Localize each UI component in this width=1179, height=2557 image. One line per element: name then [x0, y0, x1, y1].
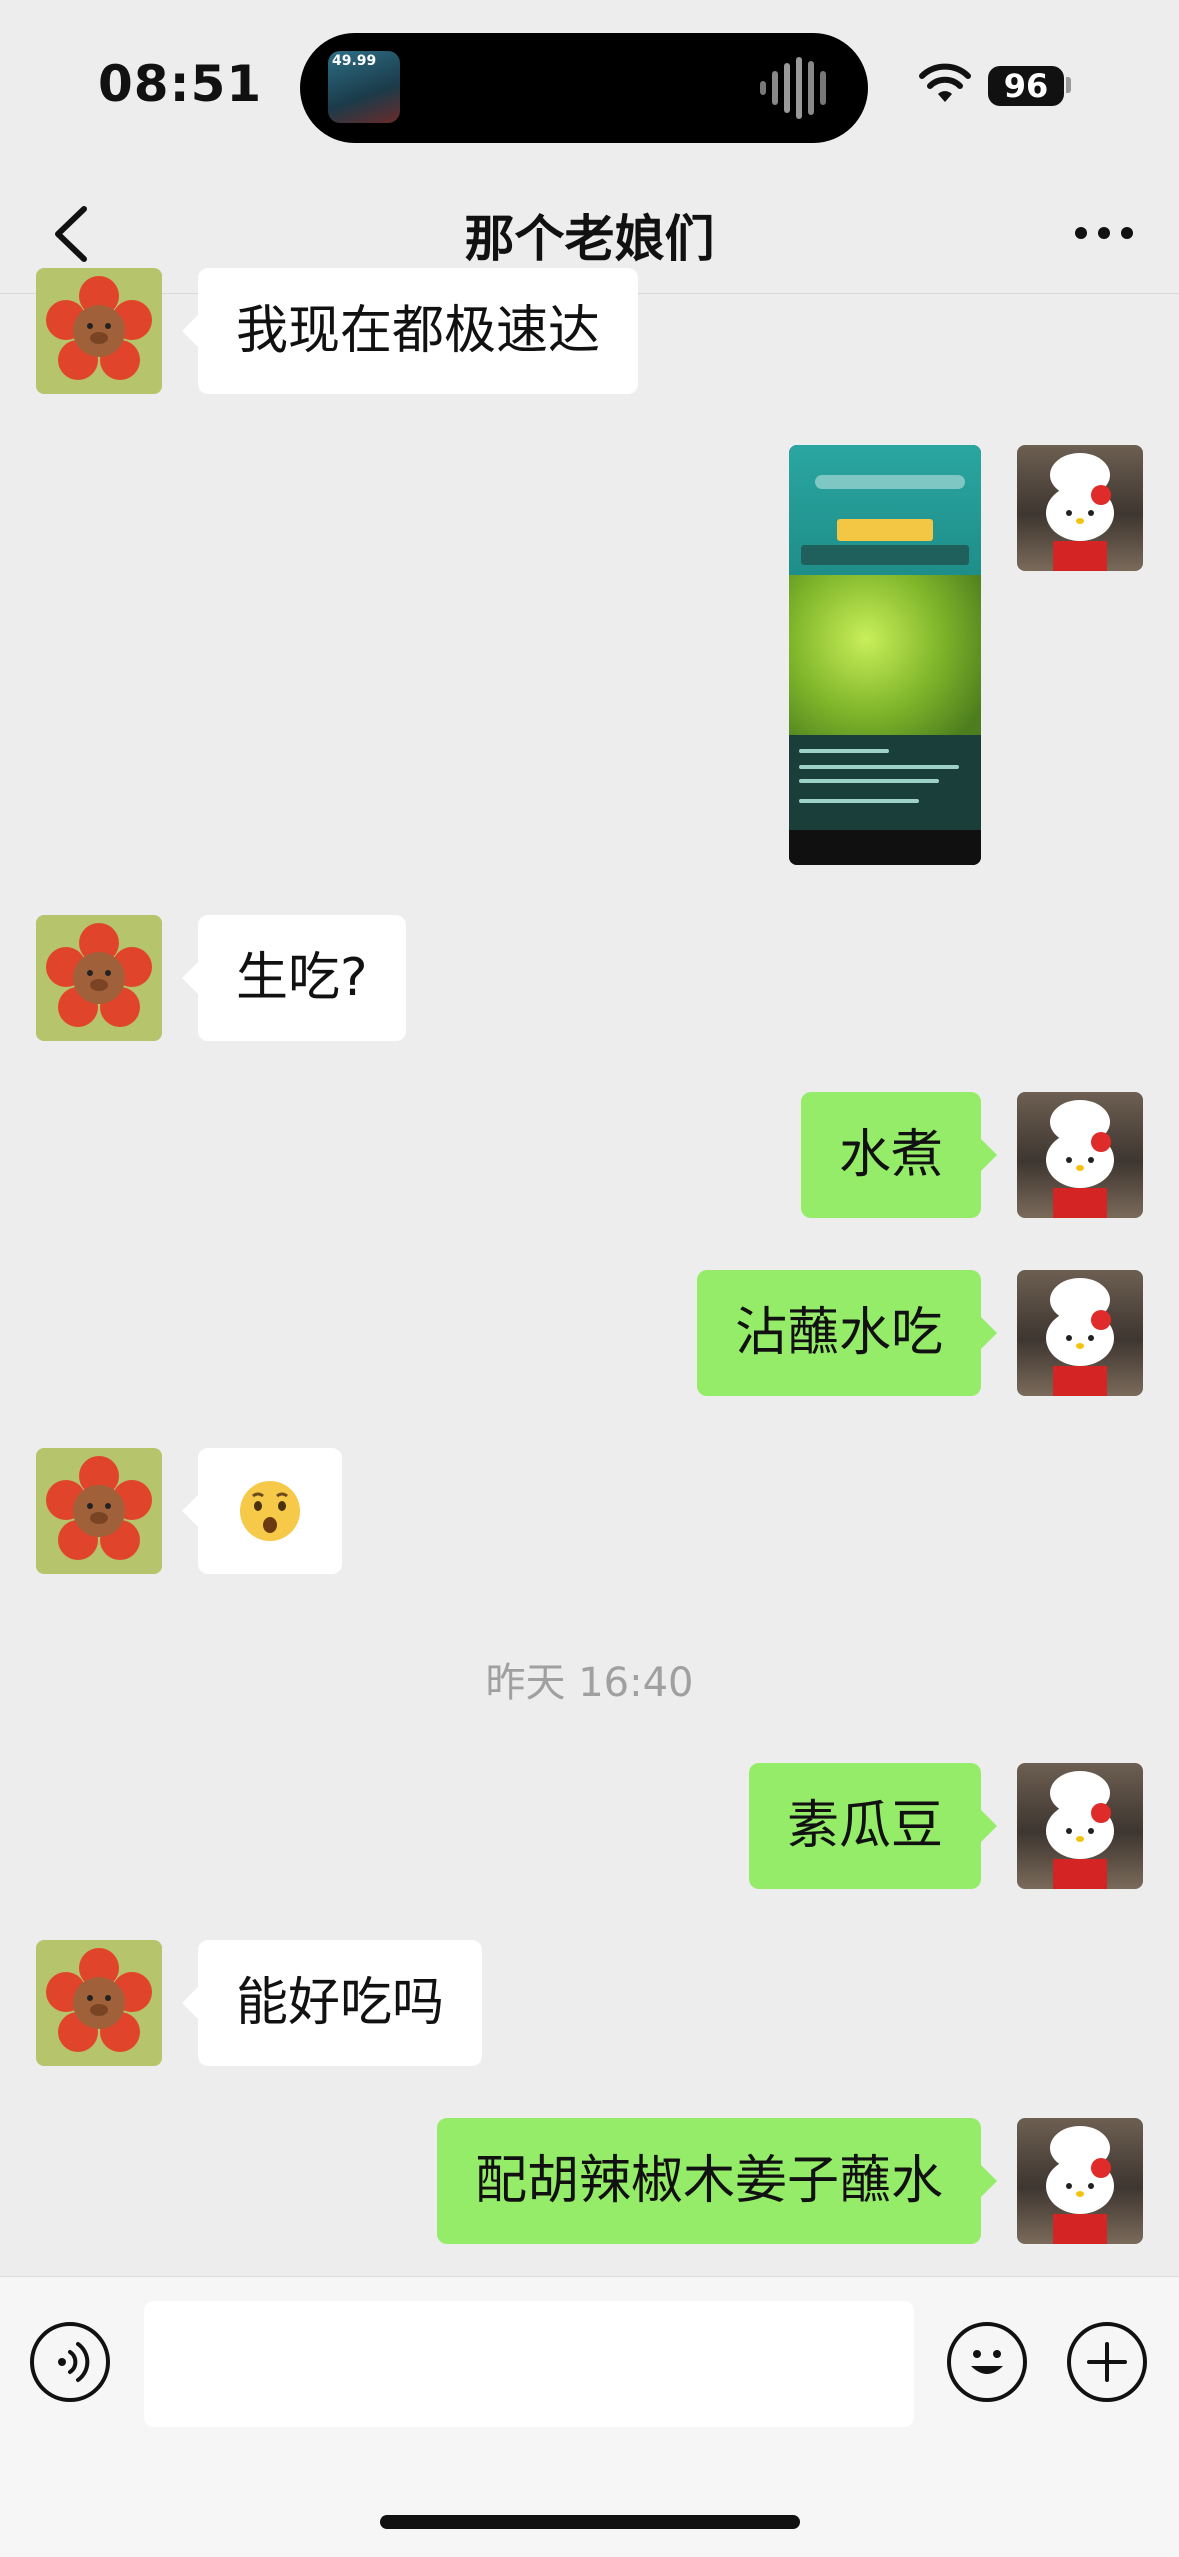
avatar-self[interactable]: [1017, 1092, 1143, 1218]
home-indicator[interactable]: [380, 2515, 800, 2529]
avatar-contact[interactable]: [36, 1448, 162, 1574]
flower-avatar-icon: [46, 276, 152, 380]
more-options-button[interactable]: [1067, 2322, 1147, 2402]
chat-title: 那个老娘们: [464, 210, 715, 268]
kitty-chef-avatar-icon: [1046, 1771, 1114, 1889]
status-bar: 08:51 49.99 96: [0, 0, 1179, 175]
image-banner-subtitle: [801, 545, 969, 565]
message-bubble-sent[interactable]: 水煮: [800, 1092, 998, 1218]
flower-avatar-icon: [46, 1456, 152, 1560]
kitty-chef-avatar-icon: [1046, 1278, 1114, 1396]
emoji-button[interactable]: [947, 2322, 1027, 2402]
image-caption-line: [799, 765, 959, 769]
avatar-contact[interactable]: [36, 1940, 162, 2066]
image-food-photo: [789, 575, 981, 735]
avatar-self[interactable]: [1017, 1270, 1143, 1396]
image-caption-line: [799, 799, 919, 803]
avatar-contact[interactable]: [36, 268, 162, 394]
message-bubble-received[interactable]: 😲: [182, 1448, 342, 1574]
message-bubble-sent[interactable]: 配胡辣椒木姜子蘸水: [436, 2118, 998, 2244]
image-search-bar: [815, 475, 965, 489]
avatar-contact[interactable]: [36, 915, 162, 1041]
voice-icon: [58, 2342, 90, 2382]
avatar-self[interactable]: [1017, 1763, 1143, 1889]
image-message-thumbnail[interactable]: [789, 445, 981, 865]
audio-waveform-icon: [760, 57, 826, 119]
flower-avatar-icon: [46, 1948, 152, 2052]
message-bubble-received[interactable]: 生吃?: [182, 915, 406, 1041]
battery-nub: [1066, 77, 1071, 93]
emoji-icon: [971, 2350, 1003, 2374]
message-bubble-received[interactable]: 能好吃吗: [181, 1940, 483, 2066]
wifi-icon: [919, 63, 971, 102]
message-bubble-sent[interactable]: 素瓜豆: [748, 1763, 998, 1889]
plus-icon: [1087, 2342, 1127, 2382]
ellipsis-icon[interactable]: [1069, 205, 1139, 261]
image-caption-line: [799, 779, 939, 783]
avatar-self[interactable]: [1017, 445, 1143, 571]
battery-level: 96: [988, 66, 1064, 106]
voice-input-button[interactable]: [30, 2322, 110, 2402]
kitty-chef-avatar-icon: [1046, 453, 1114, 571]
image-comment-bar: [789, 830, 981, 865]
kitty-chef-avatar-icon: [1046, 2126, 1114, 2244]
message-input[interactable]: [144, 2301, 914, 2427]
kitty-chef-avatar-icon: [1046, 1100, 1114, 1218]
message-timestamp: 昨天 16:40: [485, 1660, 694, 1706]
message-bubble-sent[interactable]: 沾蘸水吃: [696, 1270, 998, 1396]
message-bubble-received[interactable]: 我现在都极速达: [181, 268, 639, 394]
now-playing-artwork: 49.99: [328, 51, 400, 123]
astonished-face-emoji-icon: [240, 1481, 300, 1541]
image-banner-title: [837, 519, 933, 541]
dynamic-island[interactable]: 49.99: [300, 33, 868, 143]
artwork-label: 49.99: [332, 53, 377, 69]
flower-avatar-icon: [46, 923, 152, 1027]
avatar-self[interactable]: [1017, 2118, 1143, 2244]
status-time: 08:51: [98, 55, 263, 113]
image-caption-area: [789, 735, 981, 830]
image-caption-line: [799, 749, 889, 753]
